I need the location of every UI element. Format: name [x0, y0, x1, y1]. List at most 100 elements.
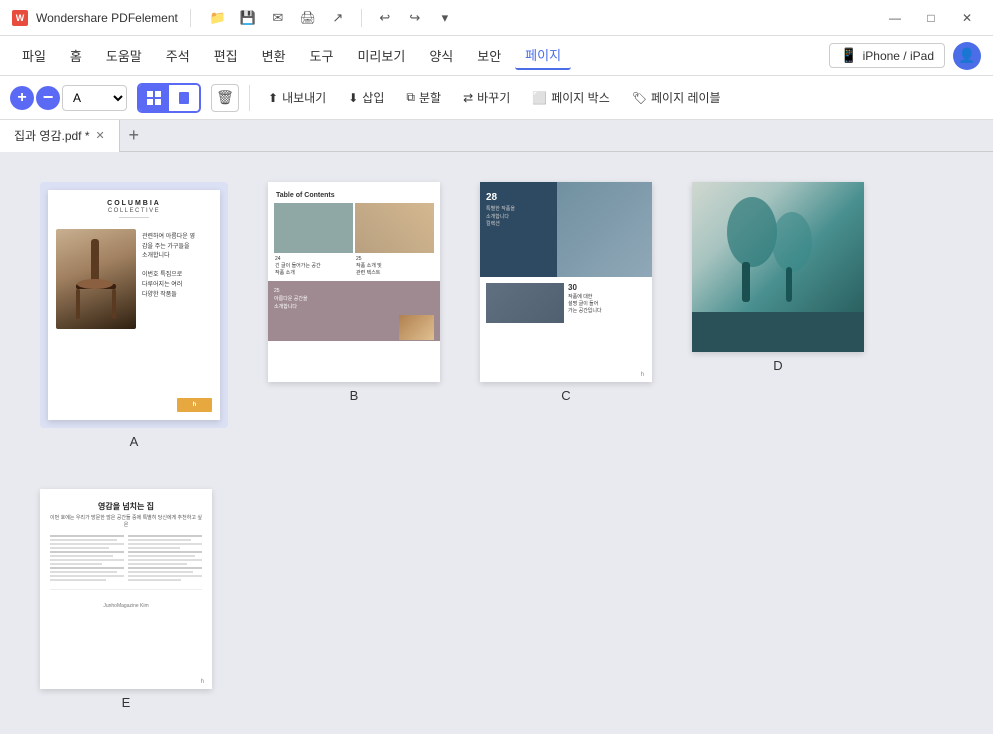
- page-e-col2-line8: [128, 563, 187, 565]
- page-thumb-d[interactable]: D: [692, 182, 864, 449]
- page-c-photo: [557, 182, 652, 277]
- page-e-col1-line2: [50, 539, 117, 541]
- zoom-controls: + − A 50% 75% 100% 125%: [10, 85, 127, 111]
- page-e-col1-line7: [50, 559, 124, 561]
- print-button[interactable]: 🖨: [297, 7, 319, 29]
- page-box-button[interactable]: ⬜ 페이지 박스: [524, 85, 618, 110]
- tabbar: 집과 영감.pdf * ✕ +: [0, 120, 993, 152]
- insert-button[interactable]: ⬇ 삽입: [340, 85, 392, 110]
- page-e-col1-line8: [50, 563, 102, 565]
- device-selector[interactable]: 📱 iPhone / iPad: [829, 43, 945, 68]
- zoom-out-button[interactable]: −: [36, 86, 60, 110]
- tab-title: 집과 영감.pdf *: [14, 127, 90, 144]
- avatar-icon: 👤: [958, 47, 975, 64]
- user-avatar[interactable]: 👤: [953, 42, 981, 70]
- menu-annotate[interactable]: 주석: [156, 42, 200, 69]
- page-d-bottom: [692, 312, 864, 352]
- page-c-top-section: 28 특별한 작품을소개합니다컬렉션: [480, 182, 652, 277]
- email-button[interactable]: ✉: [267, 7, 289, 29]
- page-c-num1: 28: [486, 192, 515, 203]
- page-e-col2-line9: [128, 567, 202, 569]
- page-b-text1: 24긴 글이 들어가는 공간작품 소개: [274, 255, 353, 277]
- menu-file[interactable]: 파일: [12, 42, 56, 69]
- more-button[interactable]: ▾: [434, 7, 456, 29]
- toolbar-separator1: [249, 85, 250, 111]
- insert-label: 삽입: [362, 89, 384, 106]
- page-e-col2-line12: [128, 579, 181, 581]
- split-label: 분할: [419, 89, 441, 106]
- page-label-button[interactable]: 🏷 페이지 레이블: [624, 85, 729, 110]
- page-preview-b[interactable]: Table of Contents 24긴 글이 들어가는 공간작품 소개 25…: [268, 182, 440, 382]
- page-e-col2-line2: [128, 539, 191, 541]
- page-b-img1: [274, 203, 353, 253]
- page-e-col1-line10: [50, 571, 117, 573]
- page-e-col1-line11: [50, 575, 124, 577]
- split-button[interactable]: ⧉ 분할: [398, 85, 449, 110]
- menu-page[interactable]: 페이지: [515, 41, 571, 70]
- page-b-title: Table of Contents: [268, 182, 440, 203]
- share-button[interactable]: ↗: [327, 7, 349, 29]
- page-e-col2-line5: [128, 551, 202, 553]
- new-tab-button[interactable]: +: [120, 122, 148, 150]
- zoom-level-select[interactable]: A 50% 75% 100% 125%: [62, 85, 127, 111]
- zoom-in-button[interactable]: +: [10, 86, 34, 110]
- undo-button[interactable]: ↩: [374, 7, 396, 29]
- tab-close-button[interactable]: ✕: [96, 129, 105, 142]
- open-folder-button[interactable]: 📁: [207, 7, 229, 29]
- page-e-col1-line1: [50, 535, 124, 537]
- delete-button[interactable]: 🗑: [211, 84, 239, 112]
- page-preview-d[interactable]: [692, 182, 864, 352]
- app-logo: W: [12, 10, 28, 26]
- active-tab[interactable]: 집과 영감.pdf * ✕: [0, 120, 120, 152]
- page-thumb-c[interactable]: 28 특별한 작품을소개합니다컬렉션 30 작품에 대한설명 글이 들어가는 공…: [480, 182, 652, 449]
- save-button[interactable]: 💾: [237, 7, 259, 29]
- menu-edit[interactable]: 편집: [204, 42, 248, 69]
- replace-button[interactable]: ⇄ 바꾸기: [455, 85, 518, 110]
- page-c-desc: 특별한 작품을소개합니다컬렉션: [486, 206, 515, 229]
- menu-protect[interactable]: 보안: [467, 42, 511, 69]
- view-toggle: [137, 83, 201, 113]
- single-page-icon: [176, 90, 192, 106]
- page-a-subtitle: COLLECTIVE: [56, 208, 212, 214]
- menu-home[interactable]: 홈: [60, 42, 92, 69]
- menubar: 파일 홈 도움말 주석 편집 변환 도구 미리보기 양식 보안 페이지 📱 iP…: [0, 36, 993, 76]
- maximize-button[interactable]: □: [917, 4, 945, 32]
- redo-button[interactable]: ↪: [404, 7, 426, 29]
- page-d-content: [692, 182, 864, 352]
- page-thumb-e[interactable]: 영감을 넘치는 집 이번 호에는 우리가 방문한 많은 공간들 중에 특별히 당…: [40, 489, 212, 710]
- page-thumbnail-area: COLUMBIA COLLECTIVE ——————: [0, 152, 993, 734]
- page-a-title: COLUMBIA: [56, 200, 212, 207]
- page-label-e: E: [122, 695, 131, 710]
- menu-tools[interactable]: 도구: [300, 42, 344, 69]
- menu-preview[interactable]: 미리보기: [347, 42, 415, 69]
- app-title: Wondershare PDFelement: [36, 11, 178, 25]
- page-preview-e[interactable]: 영감을 넘치는 집 이번 호에는 우리가 방문한 많은 공간들 중에 특별히 당…: [40, 489, 212, 689]
- page-thumb-a[interactable]: COLUMBIA COLLECTIVE ——————: [40, 182, 228, 449]
- device-label: iPhone / iPad: [863, 49, 934, 63]
- page-label-a: A: [130, 434, 139, 449]
- menu-format[interactable]: 양식: [419, 42, 463, 69]
- page-thumb-b[interactable]: Table of Contents 24긴 글이 들어가는 공간작품 소개 25…: [268, 182, 440, 449]
- device-icon: 📱: [840, 47, 857, 64]
- page-preview-c[interactable]: 28 특별한 작품을소개합니다컬렉션 30 작품에 대한설명 글이 들어가는 공…: [480, 182, 652, 382]
- single-view-button[interactable]: [169, 85, 199, 111]
- extract-button[interactable]: ⬆ 내보내기: [260, 85, 334, 110]
- page-b-img2: [355, 203, 434, 253]
- menu-convert[interactable]: 변환: [252, 42, 296, 69]
- replace-label: 바꾸기: [477, 89, 510, 106]
- page-e-col2-line11: [128, 575, 202, 577]
- page-c-img-sm1: [486, 283, 564, 323]
- page-preview-a[interactable]: COLUMBIA COLLECTIVE ——————: [48, 190, 220, 420]
- page-a-accent: h: [177, 398, 212, 412]
- page-label-label: 페이지 레이블: [651, 89, 721, 106]
- trash-icon: 🗑: [216, 89, 234, 106]
- close-button[interactable]: ✕: [953, 4, 981, 32]
- page-c-text2: 작품에 대한설명 글이 들어가는 공간입니다: [568, 294, 646, 315]
- page-b-text2: 25작품 소개 및관련 텍스트: [355, 255, 434, 277]
- grid-view-button[interactable]: [139, 85, 169, 111]
- page-a-body-text: 관련하여 아름다운 영감을 주는 가구들을소개합니다이번호 특집으로다루어지는 …: [142, 233, 212, 300]
- minimize-button[interactable]: —: [881, 4, 909, 32]
- page-e-col1-line12: [50, 579, 106, 581]
- page-d-photo: [692, 182, 864, 312]
- menu-help[interactable]: 도움말: [96, 42, 152, 69]
